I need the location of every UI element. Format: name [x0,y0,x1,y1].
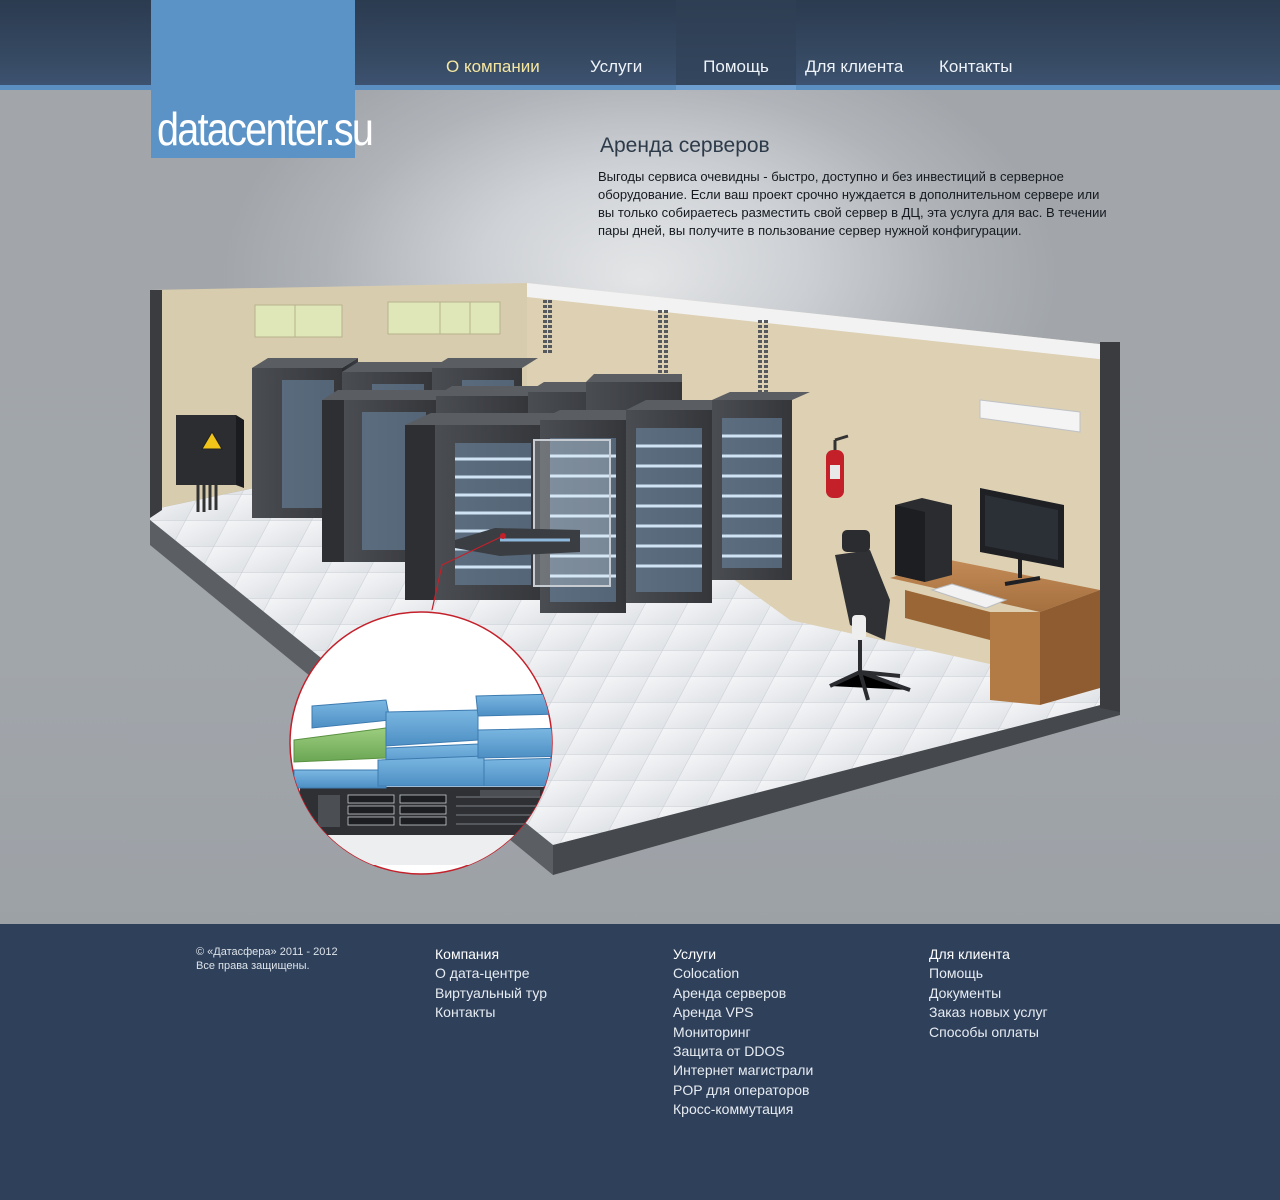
footer-link-monitoring[interactable]: Мониторинг [673,1024,751,1040]
footer: © «Датасфера» 2011 - 2012 Все права защи… [0,924,1280,1200]
footer-column-client: Для клиента Помощь Документы Заказ новых… [929,945,1048,1042]
footer-link-cross-connect[interactable]: Кросс-коммутация [673,1101,793,1117]
footer-link-about-dc[interactable]: О дата-центре [435,965,530,981]
footer-link-help[interactable]: Помощь [929,965,983,981]
footer-link-services[interactable]: Услуги [673,946,716,962]
footer-link-pop[interactable]: POP для операторов [673,1082,809,1098]
footer-link-payment[interactable]: Способы оплаты [929,1024,1039,1040]
footer-link-vps-rent[interactable]: Аренда VPS [673,1004,754,1020]
footer-link-order[interactable]: Заказ новых услуг [929,1004,1048,1020]
datacenter-illustration [150,283,1120,875]
footer-link-contacts[interactable]: Контакты [435,1004,495,1020]
copyright: © «Датасфера» 2011 - 2012 Все права защи… [196,945,338,973]
footer-link-server-rent[interactable]: Аренда серверов [673,985,786,1001]
footer-column-company: Компания О дата-центре Виртуальный тур К… [435,945,547,1023]
copyright-rights: Все права защищены. [196,960,310,972]
footer-link-company[interactable]: Компания [435,946,499,962]
footer-link-colocation[interactable]: Colocation [673,965,739,981]
footer-link-backbone[interactable]: Интернет магистрали [673,1062,813,1078]
pc-tower-icon [895,498,952,582]
copyright-line: © «Датасфера» 2011 - 2012 [196,946,338,958]
rack-door [533,439,611,587]
footer-link-for-client[interactable]: Для клиента [929,946,1010,962]
footer-link-documents[interactable]: Документы [929,985,1001,1001]
footer-column-services: Услуги Colocation Аренда серверов Аренда… [673,945,813,1120]
footer-link-ddos[interactable]: Защита от DDOS [673,1043,785,1059]
footer-link-virtual-tour[interactable]: Виртуальный тур [435,985,547,1001]
